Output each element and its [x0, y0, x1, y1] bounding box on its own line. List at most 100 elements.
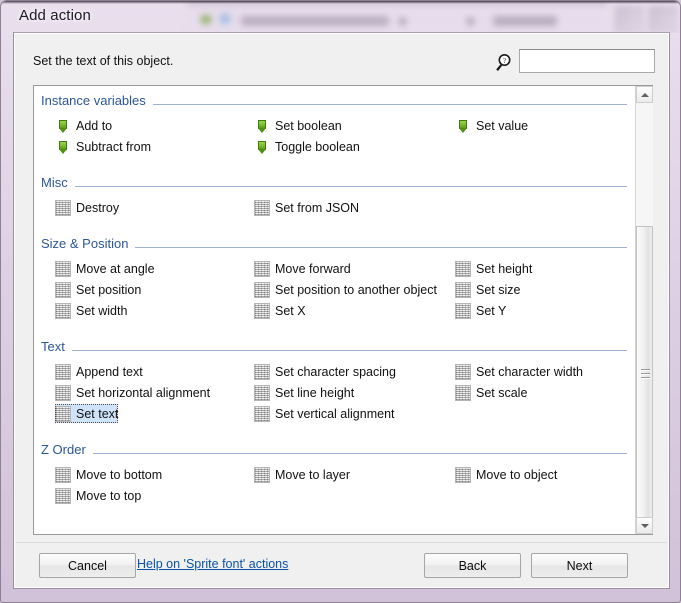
sprite-font-icon	[254, 467, 270, 483]
sprite-font-icon	[455, 467, 471, 483]
action-group: Instance variables Add to Subtract from Set…	[34, 95, 635, 158]
action-group-header: Z Order	[41, 444, 627, 461]
action-item[interactable]: Move at angle	[55, 259, 155, 278]
sprite-font-icon	[55, 385, 71, 401]
back-button[interactable]: Back	[424, 553, 521, 578]
action-item[interactable]: Set vertical alignment	[254, 404, 395, 423]
action-item[interactable]: Move to object	[455, 465, 557, 484]
variable-icon	[55, 139, 71, 155]
scroll-up-button[interactable]	[636, 86, 653, 103]
action-item-label: Set position	[76, 282, 141, 298]
sprite-font-icon	[55, 303, 71, 319]
action-item-label: Move to top	[76, 488, 141, 504]
next-button[interactable]: Next	[531, 553, 628, 578]
variable-icon	[254, 139, 270, 155]
action-item[interactable]: Set Y	[455, 301, 506, 320]
action-item[interactable]: Move forward	[254, 259, 351, 278]
scrollbar-thumb[interactable]	[636, 226, 653, 519]
sprite-font-icon	[455, 385, 471, 401]
action-item-label: Subtract from	[76, 139, 151, 155]
action-group: Misc Destroy Set from JSON	[34, 177, 635, 219]
action-item-label: Set horizontal alignment	[76, 385, 210, 401]
action-item[interactable]: Move to layer	[254, 465, 350, 484]
action-item[interactable]: Move to bottom	[55, 465, 162, 484]
action-group-items: Move at angle Set position Set width Move f…	[34, 259, 635, 322]
action-group-title: Z Order	[41, 442, 93, 457]
action-item-label: Set size	[476, 282, 520, 298]
action-item[interactable]: Set size	[455, 280, 520, 299]
action-item[interactable]: Toggle boolean	[254, 137, 360, 156]
sprite-font-icon	[455, 303, 471, 319]
action-item-label: Append text	[76, 364, 143, 380]
sprite-font-icon	[455, 282, 471, 298]
action-item[interactable]: Set horizontal alignment	[55, 383, 210, 402]
action-item-label: Set position to another object	[275, 282, 437, 298]
caret-down-icon	[641, 524, 649, 528]
action-item[interactable]: Set value	[455, 116, 528, 135]
action-item-label: Move to object	[476, 467, 557, 483]
sprite-font-icon	[55, 364, 71, 380]
action-group: Size & Position Move at angle Set position…	[34, 238, 635, 322]
sprite-font-icon	[254, 200, 270, 216]
action-item-label: Set line height	[275, 385, 354, 401]
action-item[interactable]: Append text	[55, 362, 143, 381]
help-link[interactable]: Help on 'Sprite font' actions	[137, 557, 288, 571]
action-item[interactable]: Set character width	[455, 362, 583, 381]
action-group-header: Size & Position	[41, 238, 627, 255]
svg-text:?: ?	[503, 57, 506, 65]
action-item[interactable]: Set boolean	[254, 116, 342, 135]
dialog-client-area: Set the text of this object. ? Instance …	[13, 32, 670, 589]
action-item-label: Set X	[275, 303, 306, 319]
action-item-label: Set vertical alignment	[275, 406, 395, 422]
action-group-title: Instance variables	[41, 93, 153, 108]
action-item-label: Destroy	[76, 200, 119, 216]
sprite-font-icon	[254, 364, 270, 380]
action-item[interactable]: Subtract from	[55, 137, 151, 156]
action-item[interactable]: Set X	[254, 301, 306, 320]
action-item[interactable]: Set character spacing	[254, 362, 396, 381]
action-item[interactable]: Set position to another object	[254, 280, 437, 299]
footer-divider	[16, 542, 667, 543]
cancel-button[interactable]: Cancel	[39, 553, 136, 578]
caret-up-icon	[641, 93, 649, 97]
scroll-down-button[interactable]	[636, 517, 653, 534]
action-item-label: Set value	[476, 118, 528, 134]
action-item-label: Set text	[76, 406, 118, 422]
actions-list-scroll-region: Instance variables Add to Subtract from Set…	[34, 86, 635, 534]
sprite-font-icon	[254, 261, 270, 277]
action-item[interactable]: Add to	[55, 116, 112, 135]
sprite-font-icon	[455, 261, 471, 277]
action-item-label: Toggle boolean	[275, 139, 360, 155]
action-group: Z OrderMove to bottomMove to topMove to …	[34, 444, 635, 507]
action-item[interactable]: Destroy	[55, 198, 119, 217]
action-group-rule	[41, 350, 627, 351]
action-group-items: Destroy Set from JSON	[34, 198, 635, 219]
action-item-label: Set height	[476, 261, 532, 277]
action-item-label: Set from JSON	[275, 200, 359, 216]
sprite-font-icon	[455, 364, 471, 380]
variable-icon	[55, 118, 71, 134]
action-item-label: Set character width	[476, 364, 583, 380]
action-item[interactable]: Set text	[55, 404, 118, 423]
action-item-label: Add to	[76, 118, 112, 134]
action-item-label: Move to bottom	[76, 467, 162, 483]
action-item-label: Set character spacing	[275, 364, 396, 380]
action-item[interactable]: Set line height	[254, 383, 354, 402]
action-item[interactable]: Set width	[55, 301, 127, 320]
action-item[interactable]: Set height	[455, 259, 532, 278]
action-item[interactable]: Set scale	[455, 383, 527, 402]
action-group-rule	[41, 453, 627, 454]
vertical-scrollbar[interactable]	[635, 86, 653, 534]
action-item[interactable]: Set position	[55, 280, 141, 299]
actions-list-panel: Instance variables Add to Subtract from Set…	[33, 85, 653, 535]
action-item-label: Set scale	[476, 385, 527, 401]
sprite-font-icon	[55, 488, 71, 504]
action-item[interactable]: Set from JSON	[254, 198, 359, 217]
sprite-font-icon	[254, 406, 270, 422]
action-item-label: Set boolean	[275, 118, 342, 134]
action-group-items: Move to bottom Move to top Move to layer Mo…	[34, 465, 635, 507]
action-group-items: Add to Subtract from Set boolean Toggle boo…	[34, 116, 635, 158]
action-item[interactable]: Move to top	[55, 486, 141, 505]
action-group-header: Misc	[41, 177, 627, 194]
search-input[interactable]	[519, 49, 655, 73]
